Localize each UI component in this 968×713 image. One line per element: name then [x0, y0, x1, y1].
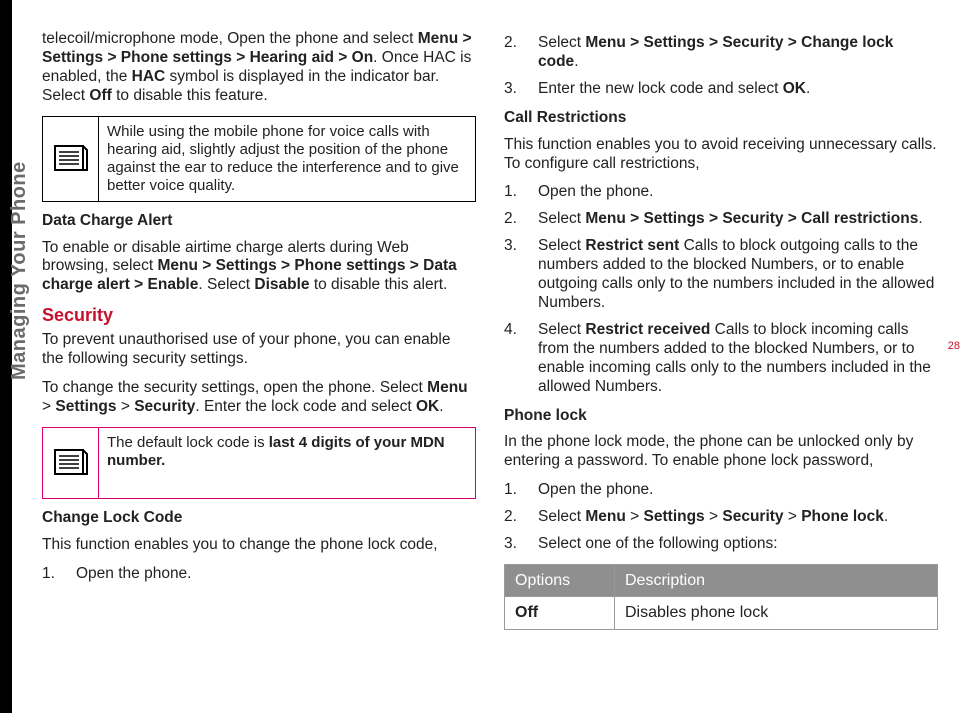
- phone-lock-options-table: Options Description Off Disables phone l…: [504, 564, 938, 630]
- list-item: Open the phone.: [42, 565, 476, 584]
- list-item: Select Menu > Settings > Security > Chan…: [504, 34, 938, 72]
- page-content: telecoil/microphone mode, Open the phone…: [42, 30, 938, 630]
- heading-change-lock-code: Change Lock Code: [42, 509, 476, 528]
- call-restrictions-paragraph: This function enables you to avoid recei…: [504, 136, 938, 174]
- list-item: Select Menu > Settings > Security > Call…: [504, 210, 938, 229]
- list-item: Select Restrict received Calls to block …: [504, 321, 938, 397]
- option-description: Disables phone lock: [615, 597, 938, 630]
- heading-data-charge-alert: Data Charge Alert: [42, 212, 476, 231]
- list-item: Enter the new lock code and select OK.: [504, 80, 938, 99]
- table-header-row: Options Description: [505, 564, 938, 597]
- phone-lock-steps: Open the phone. Select Menu > Settings >…: [504, 481, 938, 554]
- call-restrictions-steps: Open the phone. Select Menu > Settings >…: [504, 183, 938, 396]
- list-item: Select Restrict sent Calls to block outg…: [504, 237, 938, 313]
- note-page-icon: [53, 448, 89, 478]
- table-header-options: Options: [505, 564, 615, 597]
- note-icon: [43, 428, 99, 498]
- page-number: 28: [948, 340, 960, 352]
- heading-call-restrictions: Call Restrictions: [504, 109, 938, 128]
- security-paragraph-2: To change the security settings, open th…: [42, 379, 476, 417]
- list-item: Open the phone.: [504, 481, 938, 500]
- table-header-description: Description: [615, 564, 938, 597]
- table-row: Off Disables phone lock: [505, 597, 938, 630]
- right-column: Select Menu > Settings > Security > Chan…: [504, 30, 938, 630]
- change-lock-code-steps-left: Open the phone.: [42, 565, 476, 584]
- heading-security: Security: [42, 305, 476, 327]
- list-item: Open the phone.: [504, 183, 938, 202]
- hearing-aid-paragraph: telecoil/microphone mode, Open the phone…: [42, 30, 476, 106]
- data-charge-paragraph: To enable or disable airtime charge aler…: [42, 239, 476, 296]
- change-lock-code-paragraph: This function enables you to change the …: [42, 536, 476, 555]
- note-hearing-aid: While using the mobile phone for voice c…: [42, 116, 476, 202]
- note-default-lock-code: The default lock code is last 4 digits o…: [42, 427, 476, 499]
- note-page-icon: [53, 144, 89, 174]
- option-name: Off: [505, 597, 615, 630]
- left-column: telecoil/microphone mode, Open the phone…: [42, 30, 476, 630]
- security-paragraph-1: To prevent unauthorised use of your phon…: [42, 331, 476, 369]
- phone-lock-paragraph: In the phone lock mode, the phone can be…: [504, 433, 938, 471]
- heading-phone-lock: Phone lock: [504, 407, 938, 426]
- list-item: Select one of the following options:: [504, 535, 938, 554]
- section-tab-label: Managing Your Phone: [8, 161, 31, 380]
- change-lock-code-steps-right: Select Menu > Settings > Security > Chan…: [504, 34, 938, 99]
- note-icon: [43, 117, 99, 201]
- list-item: Select Menu > Settings > Security > Phon…: [504, 508, 938, 527]
- note-text: While using the mobile phone for voice c…: [99, 117, 475, 201]
- note-text: The default lock code is last 4 digits o…: [99, 428, 475, 498]
